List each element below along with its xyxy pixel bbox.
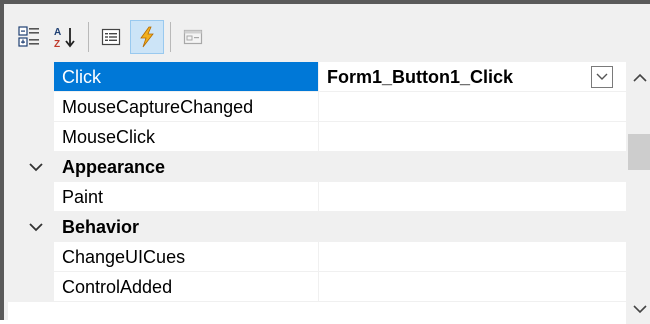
event-row-mousecapturechanged[interactable]: MouseCaptureChanged bbox=[8, 92, 626, 122]
event-row-mouseclick[interactable]: MouseClick bbox=[8, 122, 626, 152]
events-lightning-icon bbox=[140, 26, 154, 48]
collapse-chevron-icon[interactable] bbox=[28, 159, 44, 175]
property-pages-button[interactable] bbox=[176, 20, 210, 54]
collapse-chevron-icon[interactable] bbox=[28, 219, 44, 235]
properties-window: A Z Click Form1_Button1_Click MouseCaptu… bbox=[0, 0, 650, 324]
events-button[interactable] bbox=[130, 20, 164, 54]
event-name: ControlAdded bbox=[54, 272, 319, 302]
event-row-changeuicues[interactable]: ChangeUICues bbox=[8, 242, 626, 272]
event-row-controladded[interactable]: ControlAdded bbox=[8, 272, 626, 302]
event-handler-value[interactable] bbox=[319, 92, 626, 122]
toolbar-separator bbox=[170, 22, 171, 52]
event-name: Click bbox=[54, 62, 319, 92]
categorized-button[interactable] bbox=[12, 20, 46, 54]
properties-button[interactable] bbox=[94, 20, 128, 54]
vertical-scrollbar[interactable] bbox=[626, 62, 650, 324]
handler-dropdown-button[interactable] bbox=[591, 66, 613, 88]
properties-toolbar: A Z bbox=[8, 8, 650, 62]
event-handler-value[interactable] bbox=[319, 242, 626, 272]
event-name: Paint bbox=[54, 182, 319, 212]
alphabetical-button[interactable]: A Z bbox=[48, 20, 82, 54]
properties-icon bbox=[101, 28, 121, 46]
event-grid: Click Form1_Button1_Click MouseCaptureCh… bbox=[8, 62, 626, 324]
svg-text:Z: Z bbox=[54, 39, 60, 49]
category-appearance[interactable]: Appearance bbox=[8, 152, 626, 182]
category-behavior[interactable]: Behavior bbox=[8, 212, 626, 242]
event-handler-value[interactable] bbox=[319, 182, 626, 212]
event-name: MouseCaptureChanged bbox=[54, 92, 319, 122]
event-handler-value[interactable] bbox=[319, 122, 626, 152]
property-pages-icon bbox=[183, 29, 203, 45]
event-row-paint[interactable]: Paint bbox=[8, 182, 626, 212]
svg-text:A: A bbox=[54, 27, 61, 38]
scroll-thumb[interactable] bbox=[628, 134, 650, 170]
toolbar-separator bbox=[88, 22, 89, 52]
alphabetical-sort-icon: A Z bbox=[54, 27, 75, 49]
event-handler-value[interactable] bbox=[319, 272, 626, 302]
category-label: Behavior bbox=[62, 217, 140, 237]
categorized-icon bbox=[18, 26, 39, 47]
chevron-down-icon bbox=[596, 73, 608, 80]
event-handler-value[interactable]: Form1_Button1_Click bbox=[319, 62, 626, 92]
category-label: Appearance bbox=[62, 157, 166, 177]
scroll-up-button[interactable] bbox=[626, 62, 650, 92]
event-row-click[interactable]: Click Form1_Button1_Click bbox=[8, 62, 626, 92]
event-name: ChangeUICues bbox=[54, 242, 319, 272]
chevron-down-icon bbox=[633, 304, 647, 313]
event-name: MouseClick bbox=[54, 122, 319, 152]
chevron-up-icon bbox=[633, 73, 647, 82]
